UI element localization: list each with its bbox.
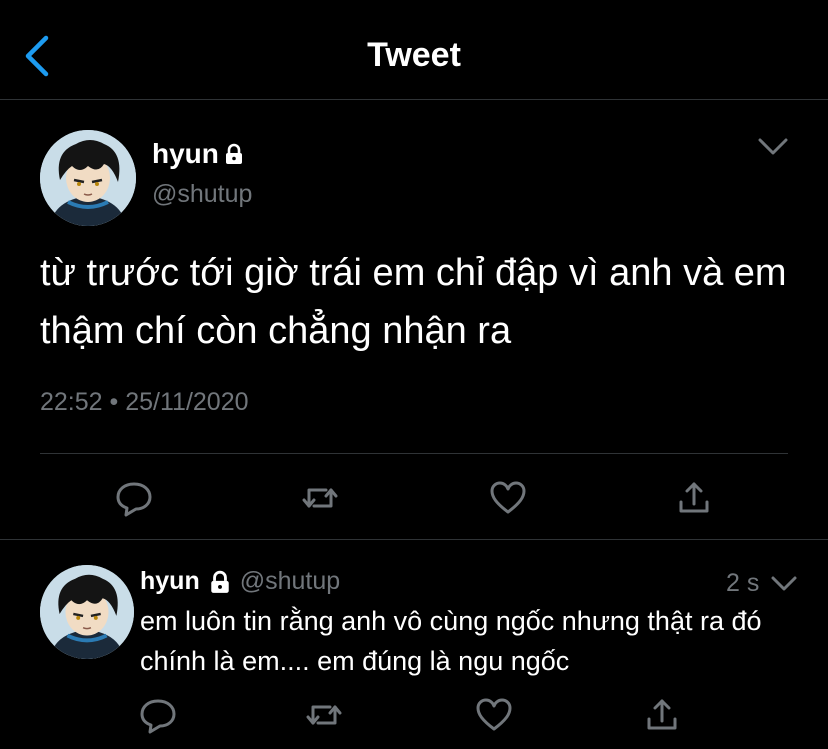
retweet-button[interactable] — [304, 695, 344, 735]
top-bar: Tweet — [0, 0, 828, 100]
reply-icon — [140, 699, 176, 734]
page-title: Tweet — [367, 36, 461, 74]
avatar[interactable] — [40, 130, 136, 226]
author-name: hyun — [140, 567, 200, 595]
share-icon — [679, 482, 709, 513]
share-button[interactable] — [674, 478, 714, 518]
retweet-icon — [306, 705, 342, 725]
reply-author[interactable]: hyun @shutup — [140, 567, 340, 596]
like-icon — [490, 481, 526, 514]
like-button[interactable] — [474, 695, 514, 735]
tweet-timestamp: 22:52 • 25/11/2020 — [40, 388, 249, 417]
reply-timestamp: 2 s — [726, 569, 760, 597]
author-handle: @shutup — [239, 567, 341, 595]
reply-button[interactable] — [114, 478, 154, 518]
chevron-down-icon — [771, 576, 797, 591]
author-name[interactable]: hyun — [152, 138, 245, 170]
reply-text: em luôn tin rằng anh vô cùng ngốc nhưng … — [140, 606, 762, 676]
divider — [40, 453, 788, 454]
tweet-text: từ trước tới giờ trái em chỉ đập vì anh … — [40, 252, 787, 352]
more-options-button[interactable] — [770, 575, 798, 593]
reply-icon — [116, 482, 152, 517]
more-options-button[interactable] — [756, 136, 790, 158]
retweet-button[interactable] — [300, 478, 340, 518]
lock-icon — [225, 143, 242, 164]
tweet-date: 25/11/2020 — [125, 388, 249, 416]
reply-button[interactable] — [138, 695, 178, 735]
author-handle[interactable]: @shutup — [152, 180, 252, 209]
author-name-text: hyun — [152, 138, 219, 169]
retweet-icon — [302, 488, 338, 508]
main-tweet: hyun @shutup từ trước tới giờ trái em ch… — [0, 100, 828, 540]
share-button[interactable] — [642, 695, 682, 735]
avatar[interactable] — [40, 565, 134, 659]
lock-icon — [210, 570, 229, 593]
like-icon — [476, 698, 512, 731]
chevron-down-icon — [758, 138, 788, 155]
reply-tweet[interactable]: hyun @shutup 2 s em luôn tin rằng anh vô… — [0, 541, 828, 749]
tweet-time: 22:52 — [40, 388, 103, 416]
like-button[interactable] — [488, 478, 528, 518]
timestamp-separator: • — [109, 388, 119, 416]
share-icon — [647, 699, 677, 730]
